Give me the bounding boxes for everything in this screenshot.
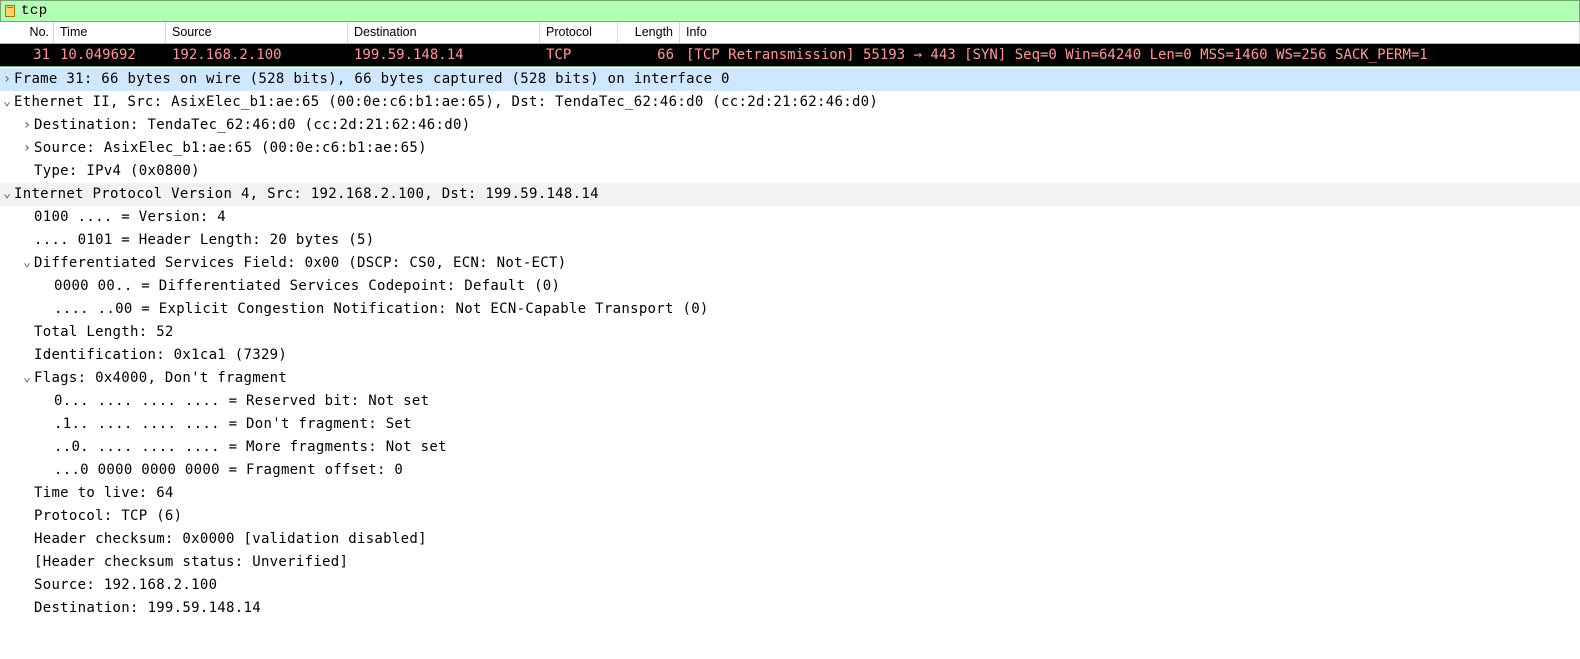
bookmark-icon[interactable] (3, 4, 17, 18)
col-header-protocol[interactable]: Protocol (540, 22, 618, 43)
cell-source: 192.168.2.100 (166, 44, 348, 66)
cell-info: [TCP Retransmission] 55193 → 443 [SYN] S… (680, 44, 1580, 66)
tree-frame-label: Frame 31: 66 bytes on wire (528 bits), 6… (14, 68, 730, 91)
cell-protocol: TCP (540, 44, 618, 66)
cell-length: 66 (618, 44, 680, 66)
cell-no: 31 (0, 44, 54, 66)
display-filter-bar (0, 0, 1580, 22)
col-header-source[interactable]: Source (166, 22, 348, 43)
col-header-info[interactable]: Info (680, 22, 1580, 43)
packet-row[interactable]: 31 10.049692 192.168.2.100 199.59.148.14… (0, 44, 1580, 66)
tree-ip-protocol-label: Protocol: TCP (6) (34, 505, 182, 528)
tree-ip-src-label: Source: 192.168.2.100 (34, 574, 217, 597)
tree-ip-protocol[interactable]: Protocol: TCP (6) (0, 505, 1580, 528)
tree-ip-ecn-label: .... ..00 = Explicit Congestion Notifica… (54, 298, 709, 321)
tree-ip-dscp[interactable]: 0000 00.. = Differentiated Services Code… (0, 275, 1580, 298)
tree-ethernet[interactable]: Ethernet II, Src: AsixElec_b1:ae:65 (00:… (0, 91, 1580, 114)
chevron-down-icon[interactable] (20, 367, 34, 390)
tree-ip-dscp-label: 0000 00.. = Differentiated Services Code… (54, 275, 560, 298)
tree-ip-flags-mf-label: ..0. .... .... .... = More fragments: No… (54, 436, 447, 459)
tree-ip-checksum[interactable]: Header checksum: 0x0000 [validation disa… (0, 528, 1580, 551)
tree-eth-src-label: Source: AsixElec_b1:ae:65 (00:0e:c6:b1:a… (34, 137, 427, 160)
tree-ip-flags-reserved[interactable]: 0... .... .... .... = Reserved bit: Not … (0, 390, 1580, 413)
tree-ip-version-label: 0100 .... = Version: 4 (34, 206, 226, 229)
col-header-destination[interactable]: Destination (348, 22, 540, 43)
tree-frame[interactable]: Frame 31: 66 bytes on wire (528 bits), 6… (0, 68, 1580, 91)
tree-ip-checksum-label: Header checksum: 0x0000 [validation disa… (34, 528, 427, 551)
chevron-down-icon[interactable] (0, 183, 14, 206)
col-header-length[interactable]: Length (618, 22, 680, 43)
tree-ip-id-label: Identification: 0x1ca1 (7329) (34, 344, 287, 367)
cell-time: 10.049692 (54, 44, 166, 66)
tree-ip-ttl-label: Time to live: 64 (34, 482, 174, 505)
tree-ip-flags-df-label: .1.. .... .... .... = Don't fragment: Se… (54, 413, 412, 436)
tree-ip-totlen-label: Total Length: 52 (34, 321, 174, 344)
tree-ip-totlen[interactable]: Total Length: 52 (0, 321, 1580, 344)
tree-ethernet-label: Ethernet II, Src: AsixElec_b1:ae:65 (00:… (14, 91, 878, 114)
tree-ip-flags-mf[interactable]: ..0. .... .... .... = More fragments: No… (0, 436, 1580, 459)
chevron-right-icon[interactable] (20, 114, 34, 137)
packet-list-header: No. Time Source Destination Protocol Len… (0, 22, 1580, 44)
tree-ip-flags-df[interactable]: .1.. .... .... .... = Don't fragment: Se… (0, 413, 1580, 436)
tree-ip-checksum-status-label: [Header checksum status: Unverified] (34, 551, 348, 574)
col-header-no[interactable]: No. (0, 22, 54, 43)
tree-ip-ttl[interactable]: Time to live: 64 (0, 482, 1580, 505)
tree-ip-flags-frag-label: ...0 0000 0000 0000 = Fragment offset: 0 (54, 459, 403, 482)
tree-ip-dst-label: Destination: 199.59.148.14 (34, 597, 261, 620)
tree-ip-hdrlen[interactable]: .... 0101 = Header Length: 20 bytes (5) (0, 229, 1580, 252)
chevron-down-icon[interactable] (20, 252, 34, 275)
cell-destination: 199.59.148.14 (348, 44, 540, 66)
tree-ip-label: Internet Protocol Version 4, Src: 192.16… (14, 183, 599, 206)
packet-details-pane: Frame 31: 66 bytes on wire (528 bits), 6… (0, 66, 1580, 620)
chevron-right-icon[interactable] (0, 68, 14, 91)
tree-ip-flags[interactable]: Flags: 0x4000, Don't fragment (0, 367, 1580, 390)
tree-ip-dsfield-label: Differentiated Services Field: 0x00 (DSC… (34, 252, 566, 275)
tree-ip-ecn[interactable]: .... ..00 = Explicit Congestion Notifica… (0, 298, 1580, 321)
tree-eth-dst-label: Destination: TendaTec_62:46:d0 (cc:2d:21… (34, 114, 470, 137)
tree-ip-flags-label: Flags: 0x4000, Don't fragment (34, 367, 287, 390)
tree-eth-type-label: Type: IPv4 (0x0800) (34, 160, 200, 183)
tree-ip[interactable]: Internet Protocol Version 4, Src: 192.16… (0, 183, 1580, 206)
tree-ip-version[interactable]: 0100 .... = Version: 4 (0, 206, 1580, 229)
tree-ip-flags-frag[interactable]: ...0 0000 0000 0000 = Fragment offset: 0 (0, 459, 1580, 482)
tree-ip-flags-reserved-label: 0... .... .... .... = Reserved bit: Not … (54, 390, 429, 413)
display-filter-input[interactable] (19, 3, 1577, 19)
tree-eth-src[interactable]: Source: AsixElec_b1:ae:65 (00:0e:c6:b1:a… (0, 137, 1580, 160)
chevron-right-icon[interactable] (20, 137, 34, 160)
tree-ip-id[interactable]: Identification: 0x1ca1 (7329) (0, 344, 1580, 367)
tree-ip-hdrlen-label: .... 0101 = Header Length: 20 bytes (5) (34, 229, 374, 252)
tree-ip-dst[interactable]: Destination: 199.59.148.14 (0, 597, 1580, 620)
tree-ip-checksum-status[interactable]: [Header checksum status: Unverified] (0, 551, 1580, 574)
col-header-time[interactable]: Time (54, 22, 166, 43)
tree-ip-src[interactable]: Source: 192.168.2.100 (0, 574, 1580, 597)
chevron-down-icon[interactable] (0, 91, 14, 114)
tree-ip-dsfield[interactable]: Differentiated Services Field: 0x00 (DSC… (0, 252, 1580, 275)
tree-eth-type[interactable]: Type: IPv4 (0x0800) (0, 160, 1580, 183)
tree-eth-dst[interactable]: Destination: TendaTec_62:46:d0 (cc:2d:21… (0, 114, 1580, 137)
